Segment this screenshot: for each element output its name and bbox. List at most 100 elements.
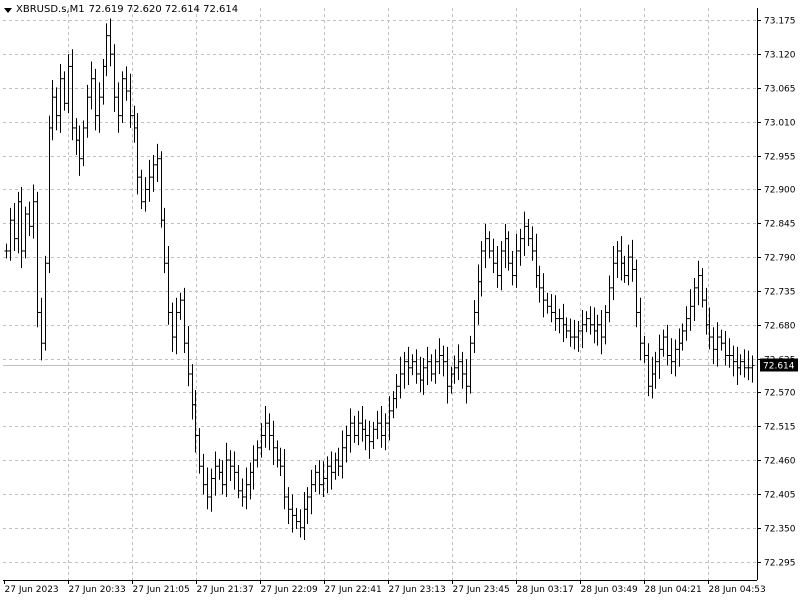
ohlc-bar	[429, 354, 434, 382]
ohlc-bar	[479, 241, 484, 297]
ohlc-bar	[85, 84, 90, 138]
ohlc-bar	[66, 54, 71, 114]
ohlc-bar	[483, 223, 488, 269]
ohlc-bar	[653, 351, 658, 389]
ohlc-bar	[588, 306, 593, 335]
ohlc-bar	[128, 73, 133, 128]
ohlc-bar	[731, 345, 736, 377]
ohlc-bar	[619, 236, 624, 281]
ohlc-bar	[162, 207, 167, 274]
y-tick-label: 72.295	[764, 559, 796, 569]
ohlc-bar	[19, 186, 24, 269]
x-tick-label: 27 Jun 2023	[5, 585, 59, 595]
ohlc-bar	[209, 468, 214, 512]
ohlc-bar	[564, 317, 569, 339]
ohlc-bar	[275, 440, 280, 468]
y-tick-label: 72.460	[764, 457, 796, 467]
x-tick-label: 27 Jun 21:05	[133, 585, 190, 595]
ohlc-bar	[742, 349, 747, 378]
y-tick-label: 72.955	[764, 153, 796, 163]
ohlc-bar	[124, 66, 129, 101]
ohlc-bar	[700, 268, 705, 308]
ohlc-bar	[240, 478, 245, 507]
x-tick-label: 27 Jun 20:33	[69, 585, 126, 595]
ohlc-bar	[541, 273, 546, 318]
ohlc-bar	[568, 318, 573, 347]
ohlc-bar	[626, 244, 631, 286]
x-tick-label: 28 Jun 03:17	[517, 585, 574, 595]
ohlc-bar	[719, 329, 724, 351]
ohlc-bar	[81, 120, 86, 167]
y-tick-label: 73.175	[764, 17, 796, 27]
ohlc-bar	[460, 351, 465, 389]
ohlc-bar	[27, 201, 32, 237]
ohlc-bar	[445, 346, 450, 404]
ohlc-bar	[665, 324, 670, 366]
chart-header: XBRUSD.s,M1 72.619 72.620 72.614 72.614	[4, 3, 238, 17]
ohlc-bar	[580, 309, 585, 349]
ohlc-bar	[456, 344, 461, 381]
x-tick-label: 28 Jun 04:53	[709, 585, 766, 595]
ohlc-bar	[112, 44, 117, 112]
x-tick-label: 27 Jun 23:13	[389, 585, 446, 595]
ohlc-bar	[437, 338, 442, 374]
ohlc-bar	[371, 421, 376, 449]
ohlc-bar	[120, 71, 125, 124]
y-tick-label: 72.680	[764, 322, 796, 332]
ohlc-bar	[325, 456, 330, 494]
price-chart[interactable]: 73.175 73.120 73.065 73.010 72.955 72.900 72.8…	[0, 0, 800, 600]
ohlc-bar	[499, 241, 504, 291]
ohlc-bar	[692, 278, 697, 322]
ohlc-bar	[711, 327, 716, 365]
ohlc-bar	[236, 464, 241, 499]
x-axis-ticks: 27 Jun 2023 27 Jun 20:33 27 Jun 21:05 27 Ju…	[4, 580, 766, 595]
ohlc-bar	[4, 243, 9, 259]
ohlc-bar	[433, 349, 438, 384]
ohlc-bar	[673, 339, 678, 377]
ohlc-bar	[170, 302, 175, 352]
ohlc-bar	[599, 309, 604, 355]
ohlc-bar	[696, 260, 701, 306]
ohlc-bar	[391, 391, 396, 419]
ohlc-bar	[93, 68, 98, 131]
ohlc-bar	[317, 460, 322, 495]
ohlc-bar	[251, 445, 256, 490]
ohlc-bar	[244, 467, 249, 510]
ohlc-bar	[290, 494, 295, 533]
ohlc-bar	[294, 508, 299, 529]
ohlc-bar	[205, 467, 210, 510]
x-tick-label: 27 Jun 22:09	[261, 585, 318, 595]
ohlc-bar	[677, 328, 682, 367]
ohlc-bar	[12, 202, 17, 251]
grid	[3, 8, 757, 580]
triangle-down-icon[interactable]	[4, 7, 12, 13]
ohlc-bar	[657, 334, 662, 379]
ohlc-bar	[487, 231, 492, 259]
y-tick-label: 72.845	[764, 220, 796, 230]
ohlc-bar	[255, 440, 260, 468]
ohlc-bar	[344, 425, 349, 463]
chart-area[interactable]: 73.175 73.120 73.065 73.010 72.955 72.900 72.8…	[0, 0, 800, 600]
ohlc-bar	[62, 71, 67, 111]
ohlc-bar	[197, 428, 202, 474]
ohlc-bar	[491, 238, 496, 274]
ohlc-bar	[595, 314, 600, 346]
ohlc-bar	[186, 325, 191, 387]
ohlc-bar	[514, 233, 519, 288]
y-tick-label: 73.010	[764, 119, 796, 129]
ohlc-bar	[23, 206, 28, 259]
ohlc-bar	[394, 373, 399, 409]
ohlc-bar	[302, 492, 307, 541]
ohlc-bar	[248, 462, 253, 500]
y-tick-label: 72.350	[764, 525, 796, 535]
ohlc-bar	[615, 241, 620, 279]
ohlc-bar	[313, 464, 318, 493]
ohlc-bar	[155, 143, 160, 183]
x-tick-label: 27 Jun 22:41	[325, 585, 382, 595]
ohlc-bar	[545, 292, 550, 314]
ohlc-bar	[267, 413, 272, 451]
ohlc-bar	[557, 308, 562, 334]
ohlc-bar	[329, 451, 334, 490]
ohlc-bar	[607, 275, 612, 323]
ohlc-bar	[89, 61, 94, 110]
